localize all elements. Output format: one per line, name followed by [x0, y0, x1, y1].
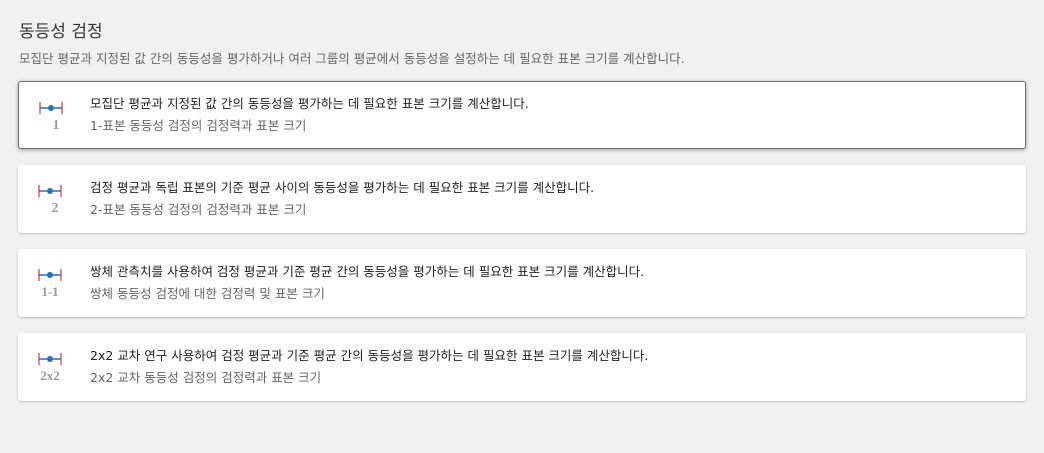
- option-title: 1-표본 동등성 검정의 검정력과 표본 크기: [90, 118, 307, 133]
- page-subtitle: 모집단 평균과 지정된 값 간의 동등성을 평가하거나 여러 그룹의 평균에서 …: [19, 51, 685, 66]
- option-title: 2-표본 동등성 검정의 검정력과 표본 크기: [90, 202, 307, 217]
- option-description: 쌍체 관측치를 사용하여 검정 평균과 기준 평균 간의 동등성을 평가하는 데…: [90, 264, 645, 279]
- option-title: 쌍체 동등성 검정에 대한 검정력 및 표본 크기: [90, 286, 325, 301]
- equivalence-paired-icon: 1-1: [36, 267, 64, 299]
- option-card-2-sample[interactable]: 2 검정 평균과 독립 표본의 기준 평균 사이의 동등성을 평가하는 데 필요…: [18, 165, 1026, 233]
- option-text: 검정 평균과 독립 표본의 기준 평균 사이의 동등성을 평가하는 데 필요한 …: [90, 179, 1016, 219]
- option-card-1-sample[interactable]: 1 모집단 평균과 지정된 값 간의 동등성을 평가하는 데 필요한 표본 크기…: [18, 81, 1026, 149]
- svg-text:1-1: 1-1: [41, 284, 58, 299]
- option-text: 2x2 교차 연구 사용하여 검정 평균과 기준 평균 간의 동등성을 평가하는…: [90, 347, 1016, 387]
- option-description: 모집단 평균과 지정된 값 간의 동등성을 평가하는 데 필요한 표본 크기를 …: [90, 96, 529, 111]
- option-description: 검정 평균과 독립 표본의 기준 평균 사이의 동등성을 평가하는 데 필요한 …: [90, 180, 595, 195]
- option-text: 모집단 평균과 지정된 값 간의 동등성을 평가하는 데 필요한 표본 크기를 …: [90, 95, 1015, 135]
- equivalence-2x2-crossover-icon: 2x2: [36, 351, 64, 383]
- option-list: 1 모집단 평균과 지정된 값 간의 동등성을 평가하는 데 필요한 표본 크기…: [18, 81, 1026, 417]
- option-title: 2x2 교차 동등성 검정의 검정력과 표본 크기: [90, 370, 322, 385]
- equivalence-1-sample-icon: 1: [37, 100, 65, 132]
- option-card-2x2-crossover[interactable]: 2x2 2x2 교차 연구 사용하여 검정 평균과 기준 평균 간의 동등성을 …: [18, 333, 1026, 401]
- option-card-paired[interactable]: 1-1 쌍체 관측치를 사용하여 검정 평균과 기준 평균 간의 동등성을 평가…: [18, 249, 1026, 317]
- svg-text:1: 1: [53, 118, 60, 132]
- option-text: 쌍체 관측치를 사용하여 검정 평균과 기준 평균 간의 동등성을 평가하는 데…: [90, 263, 1016, 303]
- page-title: 동등성 검정: [19, 22, 103, 42]
- svg-text:2: 2: [52, 201, 59, 215]
- svg-text:2x2: 2x2: [40, 368, 60, 383]
- equivalence-2-sample-icon: 2: [36, 183, 64, 215]
- option-description: 2x2 교차 연구 사용하여 검정 평균과 기준 평균 간의 동등성을 평가하는…: [90, 348, 649, 363]
